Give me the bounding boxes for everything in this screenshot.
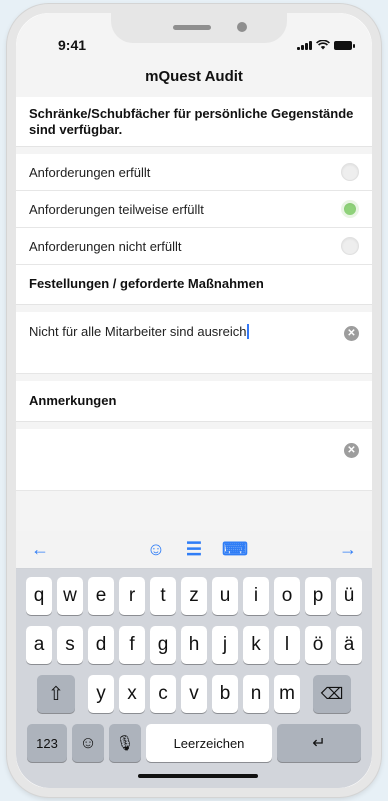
key-k[interactable]: k [243, 626, 269, 664]
findings-text: Nicht für alle Mitarbeiter sind ausreich [29, 324, 249, 339]
key-ö[interactable]: ö [305, 626, 331, 664]
radio-button[interactable] [341, 163, 359, 181]
key-p[interactable]: p [305, 577, 331, 615]
arrow-left-icon[interactable]: ← [30, 539, 50, 560]
keyboard: ← ☺ ☰ ⌨ → qwertzuiopü asdfghjklöä ⇧ yxcv… [16, 531, 372, 788]
findings-title: Festellungen / geforderte Maßnahmen [16, 265, 372, 305]
key-x[interactable]: x [119, 675, 145, 713]
numbers-key[interactable]: 123 [27, 724, 67, 762]
status-time: 9:41 [58, 37, 87, 53]
key-w[interactable]: w [57, 577, 83, 615]
camera [237, 22, 247, 32]
key-c[interactable]: c [150, 675, 176, 713]
option-row-fulfilled[interactable]: Anforderungen erfüllt [16, 154, 372, 191]
key-j[interactable]: j [212, 626, 238, 664]
key-n[interactable]: n [243, 675, 269, 713]
option-row-not-fulfilled[interactable]: Anforderungen nicht erfüllt [16, 228, 372, 265]
key-r[interactable]: r [119, 577, 145, 615]
status-icons [297, 40, 355, 50]
option-label: Anforderungen teilweise erfüllt [29, 201, 204, 217]
backspace-key[interactable]: ⌫ [313, 675, 351, 713]
notes-textarea[interactable]: ✕ [16, 429, 372, 491]
key-a[interactable]: a [26, 626, 52, 664]
key-row-1: qwertzuiopü [19, 577, 369, 615]
key-m[interactable]: m [274, 675, 300, 713]
findings-textarea[interactable]: Nicht für alle Mitarbeiter sind ausreich… [16, 312, 372, 374]
key-q[interactable]: q [26, 577, 52, 615]
key-g[interactable]: g [150, 626, 176, 664]
emoji-key[interactable]: ☺ [72, 724, 104, 762]
key-area: qwertzuiopü asdfghjklöä ⇧ yxcvbnm ⌫ 123 … [16, 569, 372, 762]
list-icon[interactable]: ☰ [184, 539, 204, 560]
radio-button[interactable] [341, 237, 359, 255]
notch [111, 13, 287, 43]
key-row-3: ⇧ yxcvbnm ⌫ [19, 675, 369, 713]
key-l[interactable]: l [274, 626, 300, 664]
option-label: Anforderungen erfüllt [29, 164, 151, 180]
keyboard-icon[interactable]: ⌨ [222, 539, 248, 560]
signal-icon [297, 40, 312, 50]
key-u[interactable]: u [212, 577, 238, 615]
clear-icon[interactable]: ✕ [344, 443, 359, 458]
key-o[interactable]: o [274, 577, 300, 615]
form: Schränke/Schubfächer für persönliche Geg… [16, 97, 372, 491]
key-ä[interactable]: ä [336, 626, 362, 664]
option-label: Anforderungen nicht erfüllt [29, 238, 182, 254]
clear-icon[interactable]: ✕ [344, 326, 359, 341]
key-t[interactable]: t [150, 577, 176, 615]
key-h[interactable]: h [181, 626, 207, 664]
key-b[interactable]: b [212, 675, 238, 713]
microphone-key[interactable]: 🎙 [109, 724, 141, 762]
screen: 9:41 mQuest Audit Schränke/Schubfächer f… [16, 13, 372, 788]
home-indicator [138, 774, 258, 778]
key-e[interactable]: e [88, 577, 114, 615]
arrow-right-icon[interactable]: → [338, 539, 358, 560]
notes-title: Anmerkungen [16, 381, 372, 422]
key-i[interactable]: i [243, 577, 269, 615]
keyboard-toolbar: ← ☺ ☰ ⌨ → [16, 531, 372, 569]
space-key[interactable]: Leerzeichen [146, 724, 272, 762]
wifi-icon [316, 40, 330, 50]
battery-icon [334, 41, 355, 50]
key-v[interactable]: v [181, 675, 207, 713]
text-cursor [247, 324, 249, 339]
key-row-2: asdfghjklöä [19, 626, 369, 664]
key-y[interactable]: y [88, 675, 114, 713]
phone-frame: 9:41 mQuest Audit Schränke/Schubfächer f… [7, 4, 381, 797]
question-title: Schränke/Schubfächer für persönliche Geg… [16, 97, 372, 147]
shift-key[interactable]: ⇧ [37, 675, 75, 713]
key-row-4: 123 ☺ 🎙 Leerzeichen ↵ [19, 724, 369, 762]
key-d[interactable]: d [88, 626, 114, 664]
key-s[interactable]: s [57, 626, 83, 664]
return-key[interactable]: ↵ [277, 724, 361, 762]
radio-button-selected[interactable] [341, 200, 359, 218]
nav-title: mQuest Audit [145, 68, 243, 85]
key-f[interactable]: f [119, 626, 145, 664]
emoji-icon[interactable]: ☺ [146, 539, 166, 560]
option-row-partially-fulfilled[interactable]: Anforderungen teilweise erfüllt [16, 191, 372, 228]
key-ü[interactable]: ü [336, 577, 362, 615]
key-z[interactable]: z [181, 577, 207, 615]
speaker [173, 25, 211, 30]
